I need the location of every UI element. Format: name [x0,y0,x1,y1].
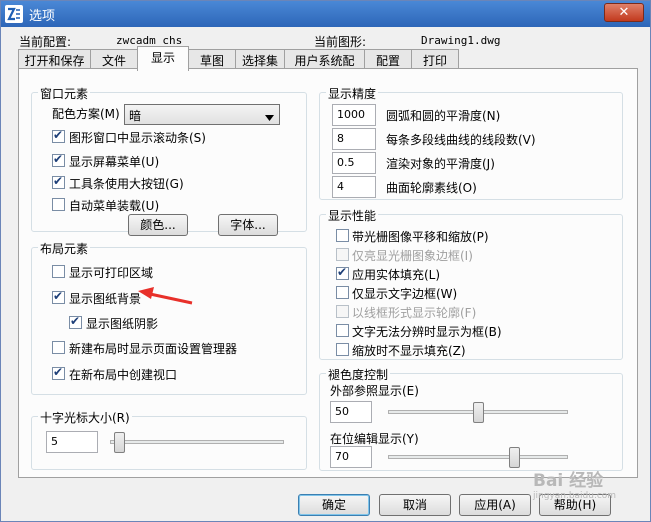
printable-area-label: 显示可打印区域 [69,266,154,280]
ok-button[interactable]: 确定 [298,494,370,516]
window-elements-title: 窗口元素 [38,85,91,102]
large-buttons-checkbox[interactable] [52,174,65,189]
cancel-button[interactable]: 取消 [379,494,451,516]
page-setup-manager-label: 新建布局时显示页面设置管理器 [69,342,238,356]
current-drawing-label: 当前图形: [314,35,367,49]
solid-fill-checkbox[interactable] [336,265,349,280]
raster-frame-checkbox[interactable] [336,248,349,261]
page-setup-manager-checkbox[interactable] [52,341,65,354]
screen-menu-label: 显示屏幕菜单(U) [69,155,160,169]
watermark-subtext: jingyan.baidu.com [533,491,617,501]
tab-open-save[interactable]: 打开和保存 [18,49,91,69]
tab-files[interactable]: 文件 [90,49,138,69]
solid-fill-label: 应用实体填充(L) [352,268,441,282]
inplace-fade-label: 在位编辑显示(Y) [330,432,419,446]
tab-display[interactable]: 显示 [137,46,189,71]
xref-fade-label: 外部参照显示(E) [330,384,419,398]
arc-smoothness-input[interactable]: 1000 [332,104,376,126]
inplace-fade-slider[interactable] [509,447,520,468]
fade-control-title: 褪色度控制 [326,366,391,383]
options-dialog: 选项 ✕ 当前配置: zwcadm_chs 当前图形: Drawing1.dwg… [0,0,651,522]
raster-pan-zoom-checkbox[interactable] [336,229,349,242]
crosshair-size-slider[interactable] [114,432,125,453]
auto-menu-load-checkbox[interactable] [52,198,65,211]
display-resolution-group: 显示精度 1000 圆弧和圆的平滑度(N) 8 每条多段线曲线的线段数(V) 0… [319,85,623,200]
create-viewport-label: 在新布局中创建视口 [69,368,178,382]
colors-button[interactable]: 颜色... [128,214,188,236]
render-smoothness-input[interactable]: 0.5 [332,152,376,174]
auto-menu-load-label: 自动菜单装载(U) [69,199,160,213]
tab-selection[interactable]: 选择集 [235,49,285,69]
zwcad-logo-icon [5,5,23,23]
tab-drafting[interactable]: 草图 [188,49,236,69]
large-buttons-label: 工具条使用大按钮(G) [69,177,184,191]
baidu-watermark: Bai 经验 jingyan.baidu.com [533,466,651,506]
apply-button[interactable]: 应用(A) [459,494,531,516]
screen-menu-checkbox[interactable] [52,152,65,167]
tab-profiles[interactable]: 配置 [364,49,412,69]
polyline-segments-input[interactable]: 8 [332,128,376,150]
xref-fade-slider[interactable] [473,402,484,423]
xref-fade-input[interactable]: 50 [330,401,372,423]
raster-pan-zoom-label: 带光栅图像平移和缩放(P) [352,230,489,244]
tab-plot[interactable]: 打印 [411,49,459,69]
color-scheme-value: 暗 [129,109,142,123]
crosshair-size-input[interactable]: 5 [46,431,98,453]
paper-background-checkbox[interactable] [52,289,65,304]
crosshair-size-track [110,440,284,444]
fade-control-group: 褪色度控制 外部参照显示(E) 50 在位编辑显示(Y) 70 [319,366,623,471]
watermark-text: Bai 经验 [533,471,604,491]
arc-smoothness-label: 圆弧和圆的平滑度(N) [386,109,501,123]
fonts-button[interactable]: 字体... [218,214,278,236]
inplace-fade-input[interactable]: 70 [330,446,372,468]
display-performance-group: 显示性能 带光栅图像平移和缩放(P) 仅亮显光栅图象边框(I) 应用实体填充(L… [319,207,623,360]
title-bar[interactable]: 选项 ✕ [1,1,650,27]
window-title: 选项 [29,9,56,24]
text-frame-checkbox[interactable] [336,286,349,299]
create-viewport-checkbox[interactable] [52,365,65,380]
layout-elements-group: 布局元素 显示可打印区域 显示图纸背景 显示图纸阴影 新建布局时显示页面设置管理… [31,240,307,395]
display-performance-title: 显示性能 [326,207,379,224]
paper-shadow-checkbox[interactable] [69,314,82,329]
polyline-segments-label: 每条多段线曲线的线段数(V) [386,133,536,147]
text-as-box-checkbox[interactable] [336,324,349,337]
current-drawing-value: Drawing1.dwg [421,34,501,47]
color-scheme-label: 配色方案(M) [52,107,120,121]
chevron-down-icon [265,110,274,124]
tab-user-preferences[interactable]: 用户系统配置 [284,49,365,85]
wireframe-silhouette-checkbox[interactable] [336,305,349,318]
wireframe-silhouette-label: 以线框形式显示轮廓(F) [352,306,477,320]
paper-background-label: 显示图纸背景 [69,292,142,306]
raster-frame-label: 仅亮显光栅图象边框(I) [352,249,473,263]
annotation-arrow [138,287,193,305]
display-resolution-title: 显示精度 [326,85,379,102]
contour-lines-input[interactable]: 4 [332,176,376,198]
no-fill-on-zoom-label: 缩放时不显示填充(Z) [352,344,466,358]
inplace-fade-track [388,455,568,459]
no-fill-on-zoom-checkbox[interactable] [336,343,349,356]
color-scheme-dropdown[interactable]: 暗 [124,104,280,125]
scrollbars-label: 图形窗口中显示滚动条(S) [69,131,206,145]
current-config-label: 当前配置: [19,35,72,49]
scrollbars-checkbox[interactable] [52,128,65,143]
close-button[interactable]: ✕ [604,3,644,22]
text-as-box-label: 文字无法分辨时显示为框(B) [352,325,502,339]
text-frame-label: 仅显示文字边框(W) [352,287,458,301]
printable-area-checkbox[interactable] [52,265,65,278]
contour-lines-label: 曲面轮廓素线(O) [386,181,477,195]
crosshair-size-title: 十字光标大小(R) [38,409,132,426]
layout-elements-title: 布局元素 [38,240,91,257]
crosshair-size-group: 十字光标大小(R) 5 [31,409,307,470]
display-tab-panel: 窗口元素 配色方案(M) 暗 图形窗口中显示滚动条(S) 显示屏幕菜单(U) 工… [18,68,638,478]
window-elements-group: 窗口元素 配色方案(M) 暗 图形窗口中显示滚动条(S) 显示屏幕菜单(U) 工… [31,85,307,236]
render-smoothness-label: 渲染对象的平滑度(J) [386,157,495,171]
close-icon: ✕ [618,5,630,20]
paper-shadow-label: 显示图纸阴影 [86,317,159,331]
